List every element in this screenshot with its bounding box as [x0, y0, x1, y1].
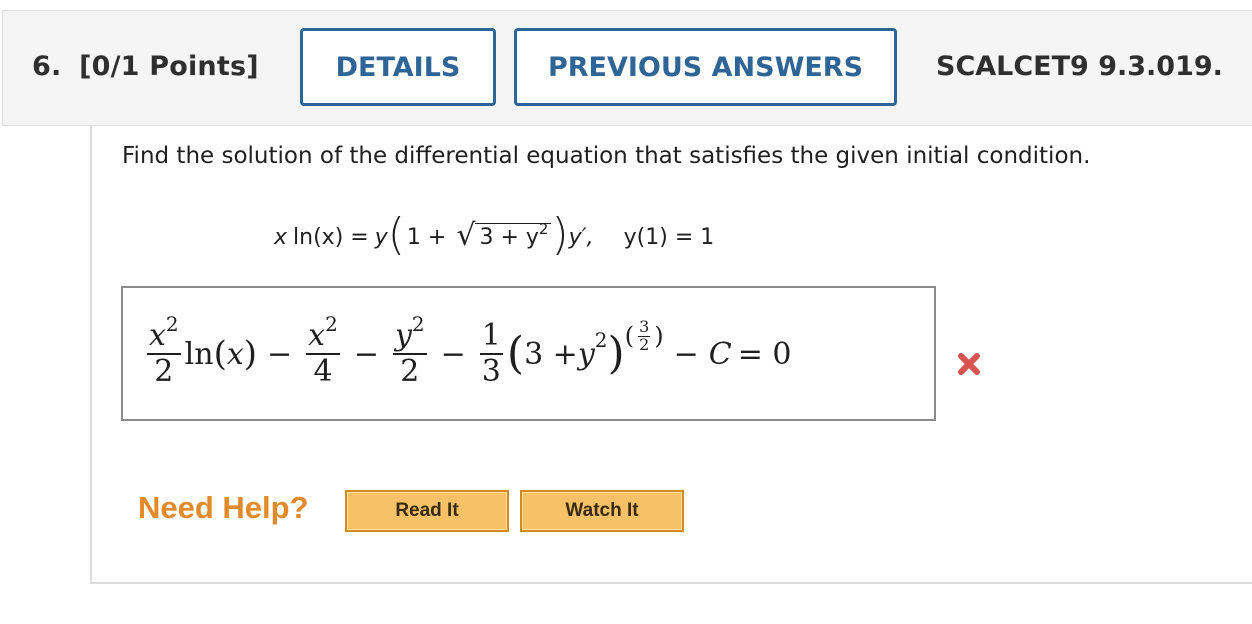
t1-den: 2	[154, 354, 174, 389]
power-fraction: 3 2	[638, 319, 651, 354]
eq-yprime: y′,	[568, 224, 594, 250]
minus-sign: −	[353, 336, 379, 372]
t1-num: x	[149, 318, 166, 353]
watch-it-label: Watch It	[565, 500, 639, 521]
question-number-points: 6. [0/1 Points]	[32, 51, 259, 82]
eq-radicand: 3 + y	[479, 225, 539, 251]
pow-den: 2	[639, 335, 650, 354]
term-one-third: 1 3	[479, 318, 503, 389]
textbook-reference: SCALCET9 9.3.019.	[936, 51, 1223, 82]
incorrect-x-icon	[958, 353, 980, 375]
t2-exp: 2	[325, 312, 338, 336]
term-y2-over-2: y2 2	[392, 314, 427, 389]
details-label: DETAILS	[335, 51, 461, 83]
paren: )	[654, 322, 664, 350]
paren: (	[213, 334, 227, 374]
eq-close-paren: )	[551, 209, 569, 260]
t3-num: y	[394, 318, 412, 353]
term-x2-over-2: x2 2	[147, 314, 181, 389]
previous-answers-label: PREVIOUS ANSWERS	[547, 51, 864, 83]
minus-sign: −	[673, 336, 699, 372]
watch-it-button[interactable]: Watch It	[520, 490, 684, 532]
t3-den: 2	[400, 354, 420, 389]
need-help-label: Need Help?	[138, 490, 309, 525]
constant-c: C	[708, 336, 732, 372]
paren: )	[243, 334, 258, 374]
power-group: ( 3 2 )	[625, 319, 664, 353]
eq-radicand-group: 3 + y2	[475, 220, 552, 251]
t2-den: 4	[313, 354, 333, 389]
minus-sign: −	[267, 336, 293, 372]
eq-open-paren: (	[387, 209, 405, 260]
term-x2-over-4: x2 4	[306, 314, 340, 389]
eq-y: y	[374, 224, 388, 250]
t1-exp: 2	[165, 312, 179, 336]
differential-equation: x ln(x) = y ( 1 + √ 3 + y2 ) y′, y(1) = …	[274, 209, 715, 260]
eq-exponent: 2	[538, 220, 549, 239]
t4-y: y	[577, 336, 595, 372]
details-button[interactable]: DETAILS	[300, 28, 496, 106]
previous-answers-button[interactable]: PREVIOUS ANSWERS	[514, 28, 897, 106]
sqrt-icon: √	[456, 217, 476, 253]
answer-input[interactable]: x2 2 ln (x) − x2 4 − y2 2 − 1 3 ( 3 + y2…	[121, 286, 936, 421]
t4-num: 1	[479, 318, 503, 355]
t4-yexp: 2	[594, 328, 608, 352]
paren: (	[624, 322, 635, 350]
question-number: 6.	[32, 51, 62, 82]
read-it-label: Read It	[395, 500, 459, 521]
eq-one-plus: 1 +	[406, 224, 447, 250]
t4-den: 3	[481, 354, 501, 389]
points-label: [0/1 Points]	[79, 51, 259, 82]
minus-sign: −	[440, 336, 466, 372]
paren: (	[506, 328, 525, 379]
eq-ln: ln(x) =	[293, 224, 369, 250]
paren: )	[607, 328, 625, 379]
t2-num: x	[308, 318, 326, 353]
ln-arg: x	[226, 336, 244, 372]
read-it-button[interactable]: Read It	[345, 490, 509, 532]
question-prompt: Find the solution of the differential eq…	[122, 143, 1091, 169]
ln-label: ln	[184, 336, 214, 372]
t4-three-plus: 3 +	[524, 336, 578, 372]
initial-condition: y(1) = 1	[623, 224, 715, 250]
equals-zero: = 0	[737, 336, 792, 372]
t3-exp: 2	[411, 312, 425, 336]
answer-expression: x2 2 ln (x) − x2 4 − y2 2 − 1 3 ( 3 + y2…	[143, 302, 792, 406]
eq-x: x	[274, 224, 288, 250]
